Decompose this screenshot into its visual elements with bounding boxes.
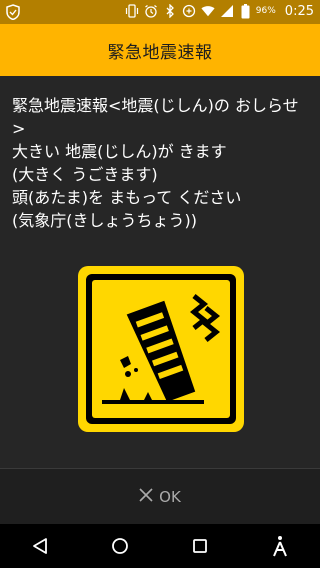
- clock: 0:25: [284, 3, 314, 19]
- alarm-icon: [144, 3, 158, 19]
- alert-message: 緊急地震速報<地震(じしん)の おしらせ> 大きい 地震(じしん)が きます (…: [12, 96, 299, 230]
- navigation-bar: [0, 524, 320, 568]
- alert-header: 緊急地震速報: [0, 24, 320, 76]
- close-icon: [139, 488, 153, 506]
- battery-icon: [239, 3, 253, 19]
- action-bar: OK: [0, 468, 320, 525]
- page-title: 緊急地震速報: [107, 42, 213, 63]
- recents-icon: [193, 539, 207, 553]
- shield-icon: [6, 4, 20, 23]
- status-bar: 96% 0:25: [0, 0, 320, 24]
- recents-button[interactable]: [180, 526, 220, 566]
- data-saver-icon: [182, 3, 196, 19]
- earthquake-building-icon: [76, 264, 246, 434]
- bluetooth-icon: [163, 3, 177, 19]
- wifi-icon: [201, 3, 215, 19]
- back-icon: [33, 538, 47, 554]
- vibrate-icon: [125, 3, 139, 19]
- home-button[interactable]: [100, 526, 140, 566]
- accessibility-button[interactable]: [260, 526, 300, 566]
- accessibility-icon: [273, 536, 287, 557]
- ok-button[interactable]: OK: [139, 488, 181, 506]
- home-icon: [112, 538, 128, 554]
- alert-content: 緊急地震速報<地震(じしん)の おしらせ> 大きい 地震(じしん)が きます (…: [0, 76, 320, 468]
- back-button[interactable]: [20, 526, 60, 566]
- signal-icon: [220, 3, 234, 19]
- ok-label: OK: [159, 488, 181, 506]
- battery-percent: 96%: [255, 6, 276, 16]
